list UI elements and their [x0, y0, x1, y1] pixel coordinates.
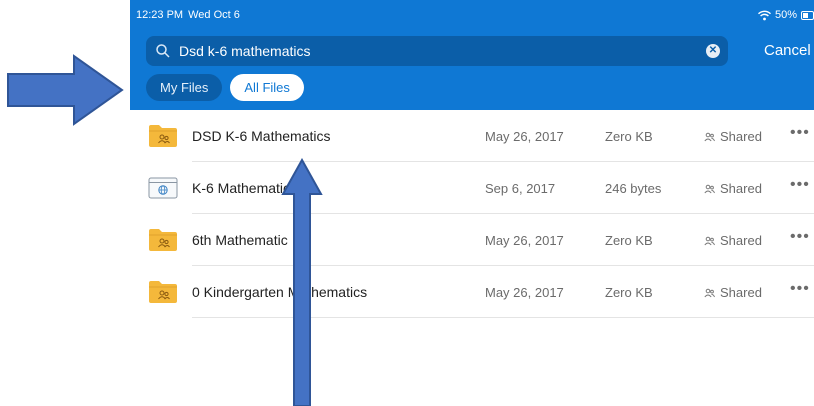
shared-folder-icon — [149, 229, 177, 251]
file-browser-screen: 12:23 PM Wed Oct 6 50% ✕ Cancel — [130, 0, 814, 406]
shared-status: Shared — [704, 233, 762, 248]
shared-label: Shared — [720, 129, 762, 144]
more-options-icon[interactable]: ••• — [790, 124, 810, 142]
scope-tabs: My Files All Files — [146, 74, 304, 101]
people-icon — [704, 236, 715, 245]
file-row[interactable]: DSD K-6 Mathematics May 26, 2017 Zero KB… — [130, 110, 814, 162]
file-row[interactable]: K-6 Mathematic Sep 6, 2017 246 bytes Sha… — [130, 162, 814, 214]
search-bar[interactable]: ✕ — [146, 36, 728, 66]
web-file-icon — [148, 177, 178, 199]
annotation-arrow-up — [281, 158, 323, 406]
file-date: May 26, 2017 — [485, 285, 564, 300]
search-icon — [156, 44, 170, 58]
shared-folder-icon — [149, 281, 177, 303]
file-name: DSD K-6 Mathematics — [192, 128, 331, 144]
file-name: 6th Mathematic — [192, 232, 288, 248]
shared-status: Shared — [704, 129, 762, 144]
people-icon — [704, 288, 715, 297]
battery-percent: 50% — [774, 9, 797, 21]
more-options-icon[interactable]: ••• — [790, 280, 810, 298]
more-options-icon[interactable]: ••• — [790, 176, 810, 194]
status-time: 12:23 PM — [136, 9, 184, 21]
shared-folder-icon — [149, 125, 177, 147]
file-size: 246 bytes — [605, 181, 662, 196]
file-date: Sep 6, 2017 — [485, 181, 556, 196]
file-name: K-6 Mathematic — [192, 180, 291, 196]
file-row[interactable]: 6th Mathematic May 26, 2017 Zero KB Shar… — [130, 214, 814, 266]
wifi-icon — [757, 10, 771, 20]
annotation-arrow-right — [7, 54, 124, 126]
shared-label: Shared — [720, 181, 762, 196]
tab-my-files[interactable]: My Files — [146, 74, 223, 101]
people-icon — [704, 184, 715, 193]
shared-label: Shared — [720, 285, 762, 300]
search-input[interactable] — [179, 36, 699, 66]
file-size: Zero KB — [605, 129, 653, 144]
clear-search-icon[interactable]: ✕ — [706, 44, 720, 58]
battery-icon — [801, 10, 814, 20]
shared-status: Shared — [704, 285, 762, 300]
file-row[interactable]: 0 Kindergarten Mathematics May 26, 2017 … — [130, 266, 814, 318]
status-date: Wed Oct 6 — [188, 9, 240, 21]
shared-status: Shared — [704, 181, 762, 196]
status-bar: 12:23 PM Wed Oct 6 50% — [130, 0, 814, 30]
file-size: Zero KB — [605, 285, 653, 300]
file-date: May 26, 2017 — [485, 129, 564, 144]
people-icon — [704, 132, 715, 141]
file-list: DSD K-6 Mathematics May 26, 2017 Zero KB… — [130, 110, 814, 318]
file-date: May 26, 2017 — [485, 233, 564, 248]
tab-all-files[interactable]: All Files — [230, 74, 304, 101]
app-header: 12:23 PM Wed Oct 6 50% ✕ Cancel — [130, 0, 814, 110]
more-options-icon[interactable]: ••• — [790, 228, 810, 246]
cancel-button[interactable]: Cancel — [764, 42, 811, 59]
shared-label: Shared — [720, 233, 762, 248]
file-size: Zero KB — [605, 233, 653, 248]
